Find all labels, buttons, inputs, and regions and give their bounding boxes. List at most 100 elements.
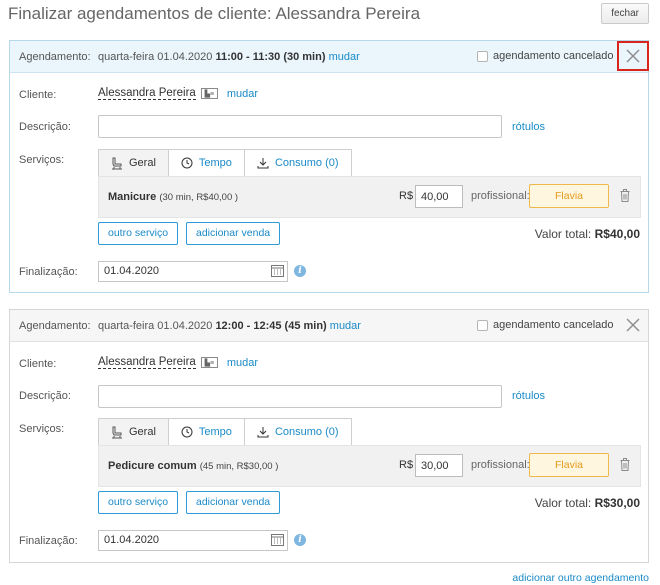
service-tabs: Geral Tempo Consumo (0) <box>98 418 352 446</box>
add-sale-button[interactable]: adicionar venda <box>186 491 281 514</box>
labels-link[interactable]: rótulos <box>512 121 545 133</box>
client-card-icon[interactable]: ▙≡ <box>200 357 218 368</box>
tab-consumo-label: Consumo (0) <box>274 426 339 438</box>
tab-consumo-label: Consumo (0) <box>274 157 339 169</box>
service-name: Pedicure comum (45 min, R$30,00 ) <box>108 460 278 472</box>
appointment-label: Agendamento: <box>19 51 91 63</box>
service-row: Manicure (30 min, R$40,00 ) R$ profissio… <box>98 176 641 218</box>
client-card-icon[interactable]: ▙≡ <box>200 88 218 99</box>
clock-icon <box>181 426 193 438</box>
services-label: Serviços: <box>19 423 65 435</box>
appointment-card-2: Agendamento: quarta-feira 01.04.2020 12:… <box>9 309 649 563</box>
finalization-date-input[interactable]: 01.04.2020 <box>98 530 288 551</box>
finalization-label: Finalização: <box>19 266 78 278</box>
currency-label: R$ <box>399 190 414 202</box>
change-client-link[interactable]: mudar <box>227 88 258 100</box>
total-value: Valor total: R$40,00 <box>535 227 640 241</box>
appointment-datetime: quarta-feira 01.04.2020 12:00 - 12:45 (4… <box>98 320 361 332</box>
tab-tempo[interactable]: Tempo <box>167 418 244 446</box>
price-input[interactable] <box>415 454 463 477</box>
tab-geral[interactable]: Geral <box>98 418 168 446</box>
description-input[interactable] <box>98 385 502 408</box>
cancelled-checkbox[interactable]: agendamento cancelado <box>477 50 613 62</box>
appointment-time: 11:00 - 11:30 (30 min) <box>215 51 326 63</box>
service-title: Pedicure comum <box>108 460 197 472</box>
client-label: Cliente: <box>19 358 57 370</box>
chair-icon <box>112 157 122 169</box>
tab-consumo[interactable]: Consumo (0) <box>243 149 352 177</box>
info-icon[interactable]: i <box>294 265 306 277</box>
professional-label: profissional: <box>471 459 530 471</box>
cancelled-label: agendamento cancelado <box>493 319 614 331</box>
professional-button[interactable]: Flavia <box>529 453 609 477</box>
total-amount: R$30,00 <box>594 496 640 510</box>
total-value: Valor total: R$30,00 <box>535 496 640 510</box>
service-details: (30 min, R$40,00 ) <box>159 192 239 203</box>
currency-label: R$ <box>399 459 414 471</box>
calendar-icon[interactable] <box>271 533 284 546</box>
appointment-date: quarta-feira 01.04.2020 <box>98 51 213 63</box>
info-icon[interactable]: i <box>294 534 306 546</box>
close-icon <box>626 49 640 63</box>
add-service-button[interactable]: outro serviço <box>98 222 179 245</box>
tab-tempo[interactable]: Tempo <box>167 149 244 177</box>
finalization-date-value: 01.04.2020 <box>104 265 160 277</box>
description-label: Descrição: <box>19 121 71 133</box>
service-row: Pedicure comum (45 min, R$30,00 ) R$ pro… <box>98 445 641 487</box>
service-title: Manicure <box>108 191 157 203</box>
client-row: Alessandra Pereira ▙≡ mudar <box>98 87 258 100</box>
services-label: Serviços: <box>19 154 65 166</box>
add-service-button[interactable]: outro serviço <box>98 491 179 514</box>
professional-label: profissional: <box>471 190 530 202</box>
change-client-link[interactable]: mudar <box>227 357 258 369</box>
tab-geral[interactable]: Geral <box>98 149 168 177</box>
total-amount: R$40,00 <box>594 227 640 241</box>
tab-tempo-label: Tempo <box>198 157 232 169</box>
client-label: Cliente: <box>19 89 57 101</box>
checkbox-box[interactable] <box>477 319 488 331</box>
remove-appointment-button[interactable] <box>617 41 649 71</box>
page-title: Finalizar agendamentos de cliente: Aless… <box>8 4 421 23</box>
price-input[interactable] <box>415 185 463 208</box>
service-details: (45 min, R$30,00 ) <box>199 461 279 472</box>
change-appointment-link[interactable]: mudar <box>329 51 360 63</box>
change-appointment-link[interactable]: mudar <box>330 320 361 332</box>
description-input[interactable] <box>98 115 502 138</box>
appointment-header: Agendamento: quarta-feira 01.04.2020 12:… <box>10 310 648 342</box>
add-another-appointment-link[interactable]: adicionar outro agendamento <box>512 572 649 584</box>
checkbox-box[interactable] <box>477 50 488 62</box>
cancelled-checkbox[interactable]: agendamento cancelado <box>477 319 613 331</box>
total-label: Valor total: <box>534 227 592 241</box>
tab-geral-label: Geral <box>129 426 156 438</box>
clock-icon <box>181 157 193 169</box>
client-name[interactable]: Alessandra Pereira <box>98 87 196 100</box>
service-tabs: Geral Tempo Consumo (0) <box>98 149 352 177</box>
trash-icon[interactable] <box>620 458 630 471</box>
chair-icon <box>112 426 122 438</box>
client-row: Alessandra Pereira ▙≡ mudar <box>98 356 258 369</box>
total-label: Valor total: <box>534 496 592 510</box>
close-button[interactable]: fechar <box>601 3 649 24</box>
finalization-label: Finalização: <box>19 535 78 547</box>
appointment-date: quarta-feira 01.04.2020 <box>98 320 213 332</box>
tab-tempo-label: Tempo <box>198 426 232 438</box>
remove-appointment-button[interactable] <box>617 310 649 340</box>
description-label: Descrição: <box>19 390 71 402</box>
finalization-date-input[interactable]: 01.04.2020 <box>98 261 288 282</box>
labels-link[interactable]: rótulos <box>512 390 545 402</box>
appointment-time: 12:00 - 12:45 (45 min) <box>215 320 327 332</box>
service-name: Manicure (30 min, R$40,00 ) <box>108 191 238 203</box>
appointment-datetime: quarta-feira 01.04.2020 11:00 - 11:30 (3… <box>98 51 360 63</box>
download-icon <box>257 158 269 169</box>
professional-button[interactable]: Flavia <box>529 184 609 208</box>
client-name[interactable]: Alessandra Pereira <box>98 356 196 369</box>
add-sale-button[interactable]: adicionar venda <box>186 222 281 245</box>
tab-consumo[interactable]: Consumo (0) <box>243 418 352 446</box>
tab-geral-label: Geral <box>129 157 156 169</box>
close-icon <box>626 318 640 332</box>
cancelled-label: agendamento cancelado <box>493 50 614 62</box>
calendar-icon[interactable] <box>271 264 284 277</box>
finalization-date-value: 01.04.2020 <box>104 534 160 546</box>
trash-icon[interactable] <box>620 189 630 202</box>
appointment-header: Agendamento: quarta-feira 01.04.2020 11:… <box>10 41 649 73</box>
